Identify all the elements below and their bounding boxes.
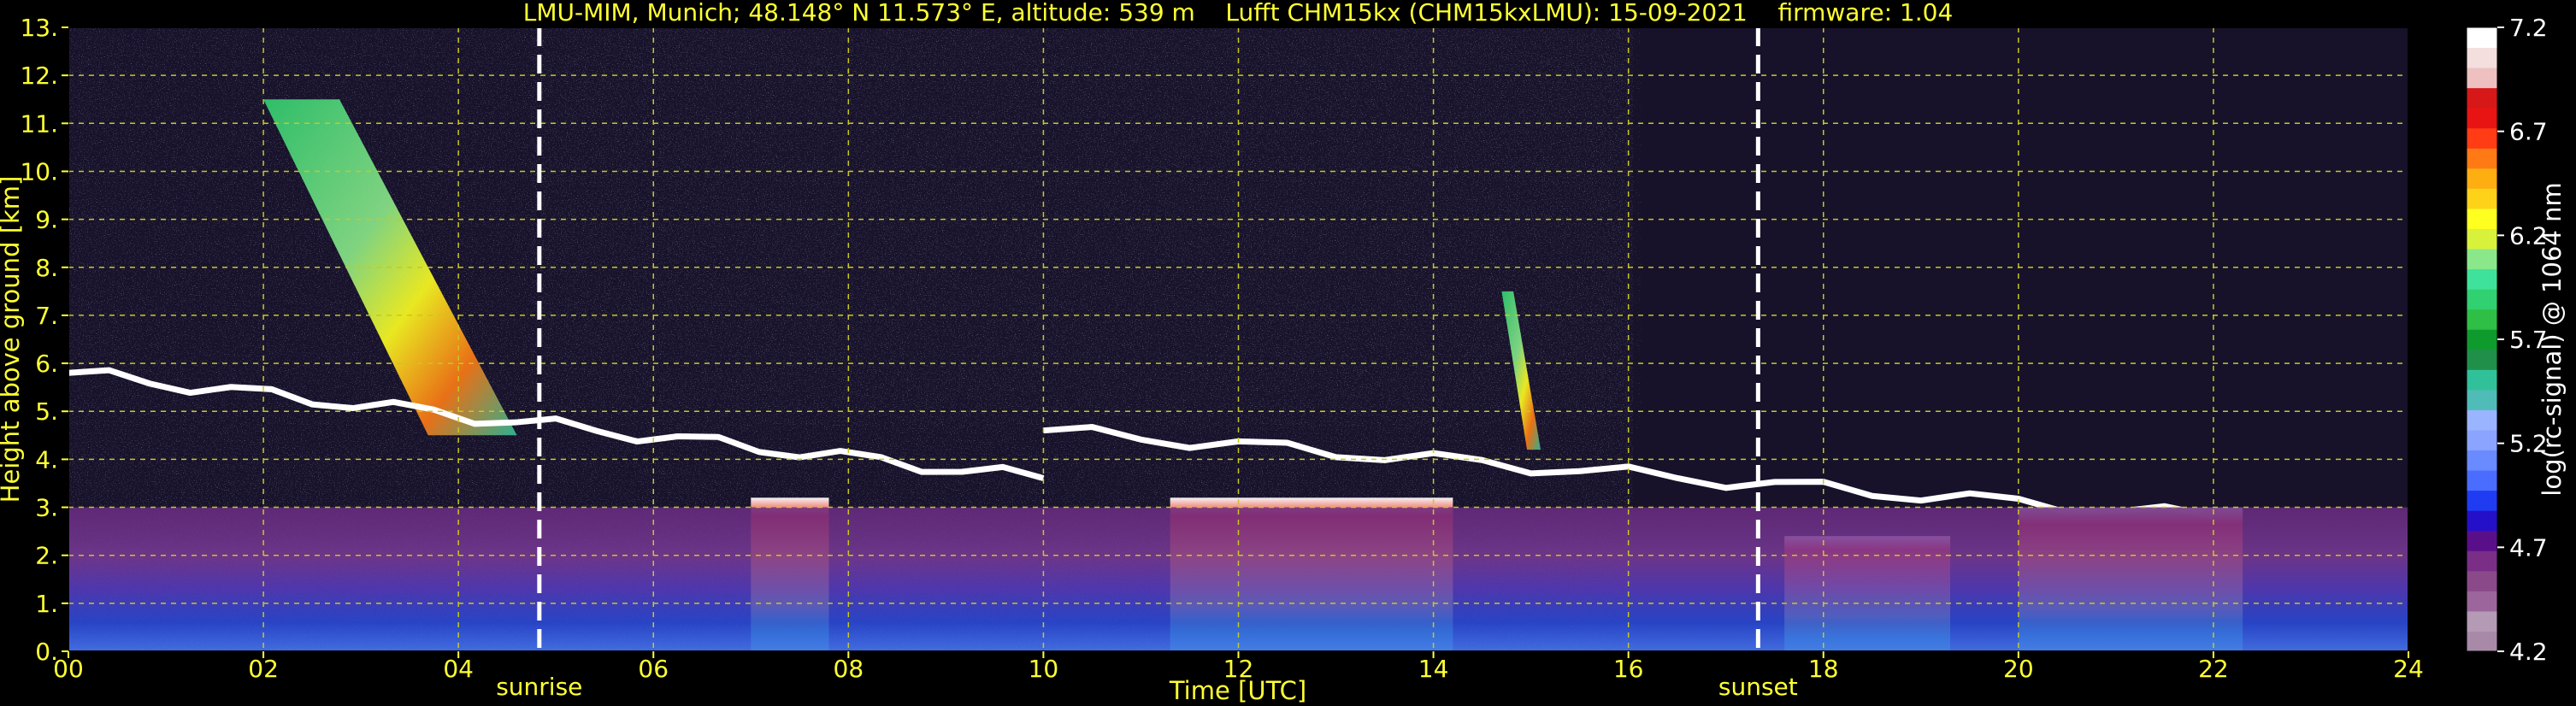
colorbar-step-5	[2467, 530, 2497, 551]
colorbar-step-27	[2467, 87, 2497, 109]
noise-overlay-green	[530, 27, 1642, 429]
colorbar-step-6	[2467, 510, 2497, 532]
colorbar-tick-label-5: 6.7	[2509, 118, 2548, 146]
y-tick-label-5: 5.	[35, 397, 58, 426]
colorbar-step-12	[2467, 389, 2497, 410]
colorbar-step-25	[2467, 127, 2497, 149]
x-tick-label-8: 16	[1613, 655, 1644, 683]
colorbar-step-9	[2467, 450, 2497, 471]
y-tick-label-3: 3.	[35, 494, 58, 522]
sunrise-label: sunrise	[496, 673, 582, 701]
y-tick-label-10: 10.	[20, 157, 58, 185]
sunset-label: sunset	[1718, 673, 1798, 701]
y-tick-label-2: 2.	[35, 542, 58, 570]
x-tick-label-12: 24	[2393, 655, 2424, 683]
colorbar-step-20	[2467, 228, 2497, 250]
x-tick-label-1: 02	[248, 655, 279, 683]
colorbar-step-3	[2467, 570, 2497, 591]
colorbar-step-2	[2467, 591, 2497, 612]
colorbar-step-19	[2467, 249, 2497, 270]
colorbar-step-18	[2467, 268, 2497, 290]
colorbar	[2466, 26, 2498, 652]
colorbar-step-21	[2467, 208, 2497, 229]
colorbar-step-26	[2467, 108, 2497, 129]
x-axis-label: Time [UTC]	[1169, 676, 1306, 705]
y-axis-label: Height above ground [km]	[0, 176, 25, 503]
colorbar-step-17	[2467, 289, 2497, 310]
colorbar-step-29	[2467, 47, 2497, 68]
y-tick-label-9: 9.	[35, 206, 58, 234]
x-tick-label-9: 18	[1808, 655, 1839, 683]
y-tick-label-6: 6.	[35, 350, 58, 378]
colorbar-step-16	[2467, 309, 2497, 330]
x-tick-label-0: 00	[53, 655, 84, 683]
y-tick-label-1: 1.	[35, 590, 58, 618]
ceilometer-chart: LMU-MIM, Munich; 48.148° N 11.573° E, al…	[0, 0, 2567, 705]
y-tick-label-8: 8.	[35, 254, 58, 282]
colorbar-step-22	[2467, 188, 2497, 209]
colorbar-step-23	[2467, 168, 2497, 189]
x-tick-label-7: 14	[1418, 655, 1449, 683]
y-tick-label-4: 4.	[35, 445, 58, 474]
colorbar-step-7	[2467, 490, 2497, 511]
x-tick-label-3: 06	[638, 655, 669, 683]
x-tick-label-10: 20	[2003, 655, 2034, 683]
y-tick-label-7: 7.	[35, 302, 58, 330]
colorbar-step-24	[2467, 148, 2497, 169]
colorbar-step-28	[2467, 68, 2497, 89]
colorbar-step-13	[2467, 369, 2497, 391]
colorbar-step-15	[2467, 329, 2497, 350]
colorbar-tick-label-6: 7.2	[2509, 14, 2548, 42]
x-tick-label-2: 04	[443, 655, 474, 683]
colorbar-step-11	[2467, 409, 2497, 431]
colorbar-step-14	[2467, 349, 2497, 370]
colorbar-label: log(rc-signal) @ 1064 nm	[2538, 182, 2567, 496]
x-tick-label-5: 10	[1029, 655, 1059, 683]
x-tick-label-4: 08	[834, 655, 864, 683]
chart-title: LMU-MIM, Munich; 48.148° N 11.573° E, al…	[523, 0, 1954, 26]
colorbar-step-0	[2467, 631, 2497, 652]
y-tick-label-13: 13.	[20, 14, 58, 42]
y-tick-label-11: 11.	[20, 109, 58, 138]
colorbar-tick-label-1: 4.7	[2509, 533, 2548, 562]
y-tick-label-12: 12.	[20, 62, 58, 90]
colorbar-step-30	[2467, 27, 2497, 49]
feature-boundary-layer-8	[68, 507, 2408, 651]
colorbar-step-4	[2467, 550, 2497, 572]
colorbar-tick-label-0: 4.2	[2509, 638, 2548, 666]
colorbar-step-1	[2467, 610, 2497, 632]
y-axis-ticks: 0.1.2.3.4.5.6.7.8.9.10.11.12.13.	[20, 14, 68, 666]
colorbar-step-8	[2467, 470, 2497, 491]
colorbar-step-10	[2467, 429, 2497, 451]
x-tick-label-11: 22	[2198, 655, 2229, 683]
